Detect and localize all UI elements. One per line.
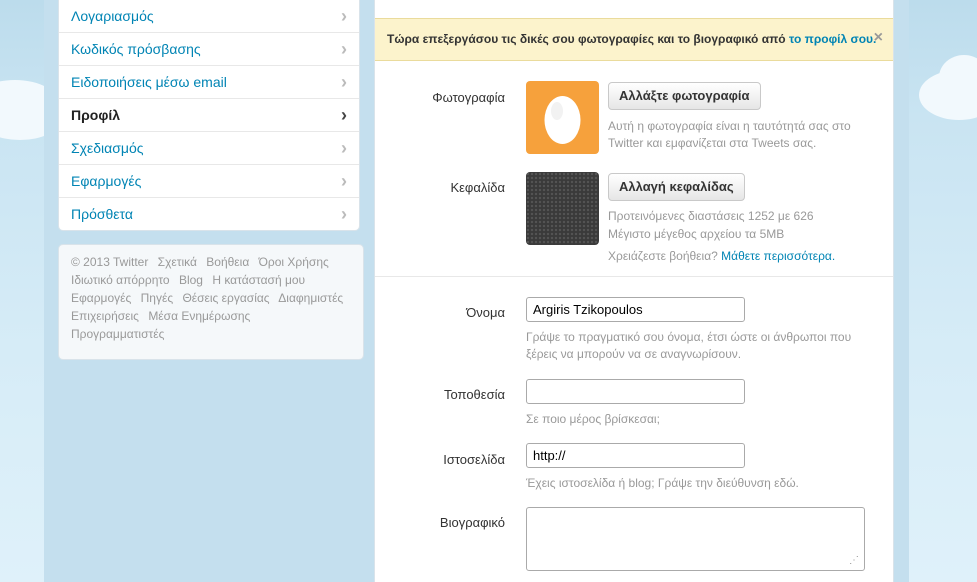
sidebar-item-design[interactable]: Σχεδιασμός › [59, 132, 359, 165]
footer-link-status[interactable]: Η κατάστασή μου [212, 273, 305, 287]
header-label: Κεφαλίδα [450, 180, 505, 195]
photo-label: Φωτογραφία [432, 90, 505, 105]
change-header-button[interactable]: Αλλαγή κεφαλίδας [608, 173, 745, 201]
chevron-right-icon: › [341, 39, 347, 59]
footer-copyright: © 2013 Twitter [71, 255, 149, 269]
sidebar-item-email-notifications[interactable]: Ειδοποιήσεις μέσω email › [59, 66, 359, 99]
sidebar-item-label: Πρόσθετα [71, 206, 133, 222]
website-help-text: Έχεις ιστοσελίδα ή blog; Γράψε την διεύθ… [526, 476, 799, 490]
location-help-text: Σε ποιο μέρος βρίσκεσαι; [526, 412, 660, 426]
sidebar-item-profile[interactable]: Προφίλ › [59, 99, 359, 132]
chevron-right-icon: › [341, 72, 347, 92]
footer-link-businesses[interactable]: Επιχειρήσεις [71, 309, 139, 323]
website-input[interactable] [526, 443, 745, 468]
banner-message: Τώρα επεξεργάσου τις δικές σου φωτογραφί… [387, 32, 789, 46]
sidebar-item-label: Εφαρμογές [71, 173, 142, 189]
sidebar-item-label: Λογαριασμός [71, 8, 154, 24]
sidebar-item-widgets[interactable]: Πρόσθετα › [59, 198, 359, 230]
sidebar-item-apps[interactable]: Εφαρμογές › [59, 165, 359, 198]
name-input[interactable] [526, 297, 745, 322]
chevron-right-icon: › [341, 171, 347, 191]
bio-textarea[interactable] [526, 507, 865, 571]
footer-link-privacy[interactable]: Ιδιωτικό απόρρητο [71, 273, 170, 287]
chevron-right-icon: › [341, 138, 347, 158]
sidebar-item-password[interactable]: Κωδικός πρόσβασης › [59, 33, 359, 66]
banner-text: Τώρα επεξεργάσου τις δικές σου φωτογραφί… [387, 32, 876, 46]
profile-settings-panel: Τώρα επεξεργάσου τις δικές σου φωτογραφί… [374, 0, 894, 582]
settings-nav: Λογαριασμός › Κωδικός πρόσβασης › Ειδοπο… [58, 0, 360, 231]
header-dimensions-text: Προτεινόμενες διαστάσεις 1252 με 626 [608, 209, 814, 223]
background-sky-right [909, 0, 977, 582]
sidebar-item-account[interactable]: Λογαριασμός › [59, 0, 359, 33]
footer-link-about[interactable]: Σχετικά [158, 255, 197, 269]
header-help-row: Χρειάζεστε βοήθεια? Μάθετε περισσότερα. [608, 248, 835, 265]
location-label: Τοποθεσία [443, 387, 505, 402]
chevron-right-icon: › [341, 6, 347, 26]
footer-link-terms[interactable]: Όροι Χρήσης [259, 255, 329, 269]
header-image [526, 172, 599, 245]
resize-grip-icon[interactable]: ⋰ [849, 555, 859, 566]
chevron-right-icon: › [341, 204, 347, 224]
footer-link-resources[interactable]: Πηγές [141, 291, 173, 305]
bio-label: Βιογραφικό [439, 515, 505, 530]
background-sky-left [0, 0, 60, 582]
sidebar-item-label: Προφίλ [71, 107, 121, 123]
chevron-right-icon: › [341, 105, 347, 125]
sidebar-item-label: Σχεδιασμός [71, 140, 144, 156]
footer-link-advertisers[interactable]: Διαφημιστές [278, 291, 343, 305]
name-help-text: Γράψε το πραγματικό σου όνομα, έτσι ώστε… [526, 330, 852, 361]
sidebar-item-label: Κωδικός πρόσβασης [71, 41, 201, 57]
footer-link-blog[interactable]: Blog [179, 273, 203, 287]
footer-link-apps[interactable]: Εφαρμογές [71, 291, 131, 305]
section-divider [375, 276, 893, 277]
footer-link-developers[interactable]: Προγραμματιστές [71, 327, 164, 341]
avatar [526, 81, 599, 154]
need-help-text: Χρειάζεστε βοήθεια? [608, 249, 718, 263]
footer-link-media[interactable]: Μέσα Ενημέρωσης [148, 309, 250, 323]
sidebar-item-label: Ειδοποιήσεις μέσω email [71, 74, 227, 90]
footer-link-help[interactable]: Βοήθεια [206, 255, 249, 269]
info-banner: Τώρα επεξεργάσου τις δικές σου φωτογραφί… [375, 18, 893, 61]
learn-more-link[interactable]: Μάθετε περισσότερα. [721, 249, 835, 263]
header-filesize-text: Μέγιστο μέγεθος αρχείου τα 5MB [608, 227, 785, 241]
footer-link-jobs[interactable]: Θέσεις εργασίας [182, 291, 269, 305]
change-photo-button[interactable]: Αλλάξτε φωτογραφία [608, 82, 761, 110]
site-footer: © 2013 Twitter Σχετικά Βοήθεια Όροι Χρήσ… [58, 244, 364, 360]
website-label: Ιστοσελίδα [443, 452, 505, 467]
name-label: Όνομα [466, 305, 505, 320]
photo-help-text: Αυτή η φωτογραφία είναι η ταυτότητά σας … [608, 119, 851, 150]
banner-profile-link[interactable]: το προφίλ σου. [789, 32, 876, 46]
close-icon[interactable]: × [874, 29, 883, 47]
location-input[interactable] [526, 379, 745, 404]
egg-avatar-icon [544, 96, 581, 144]
